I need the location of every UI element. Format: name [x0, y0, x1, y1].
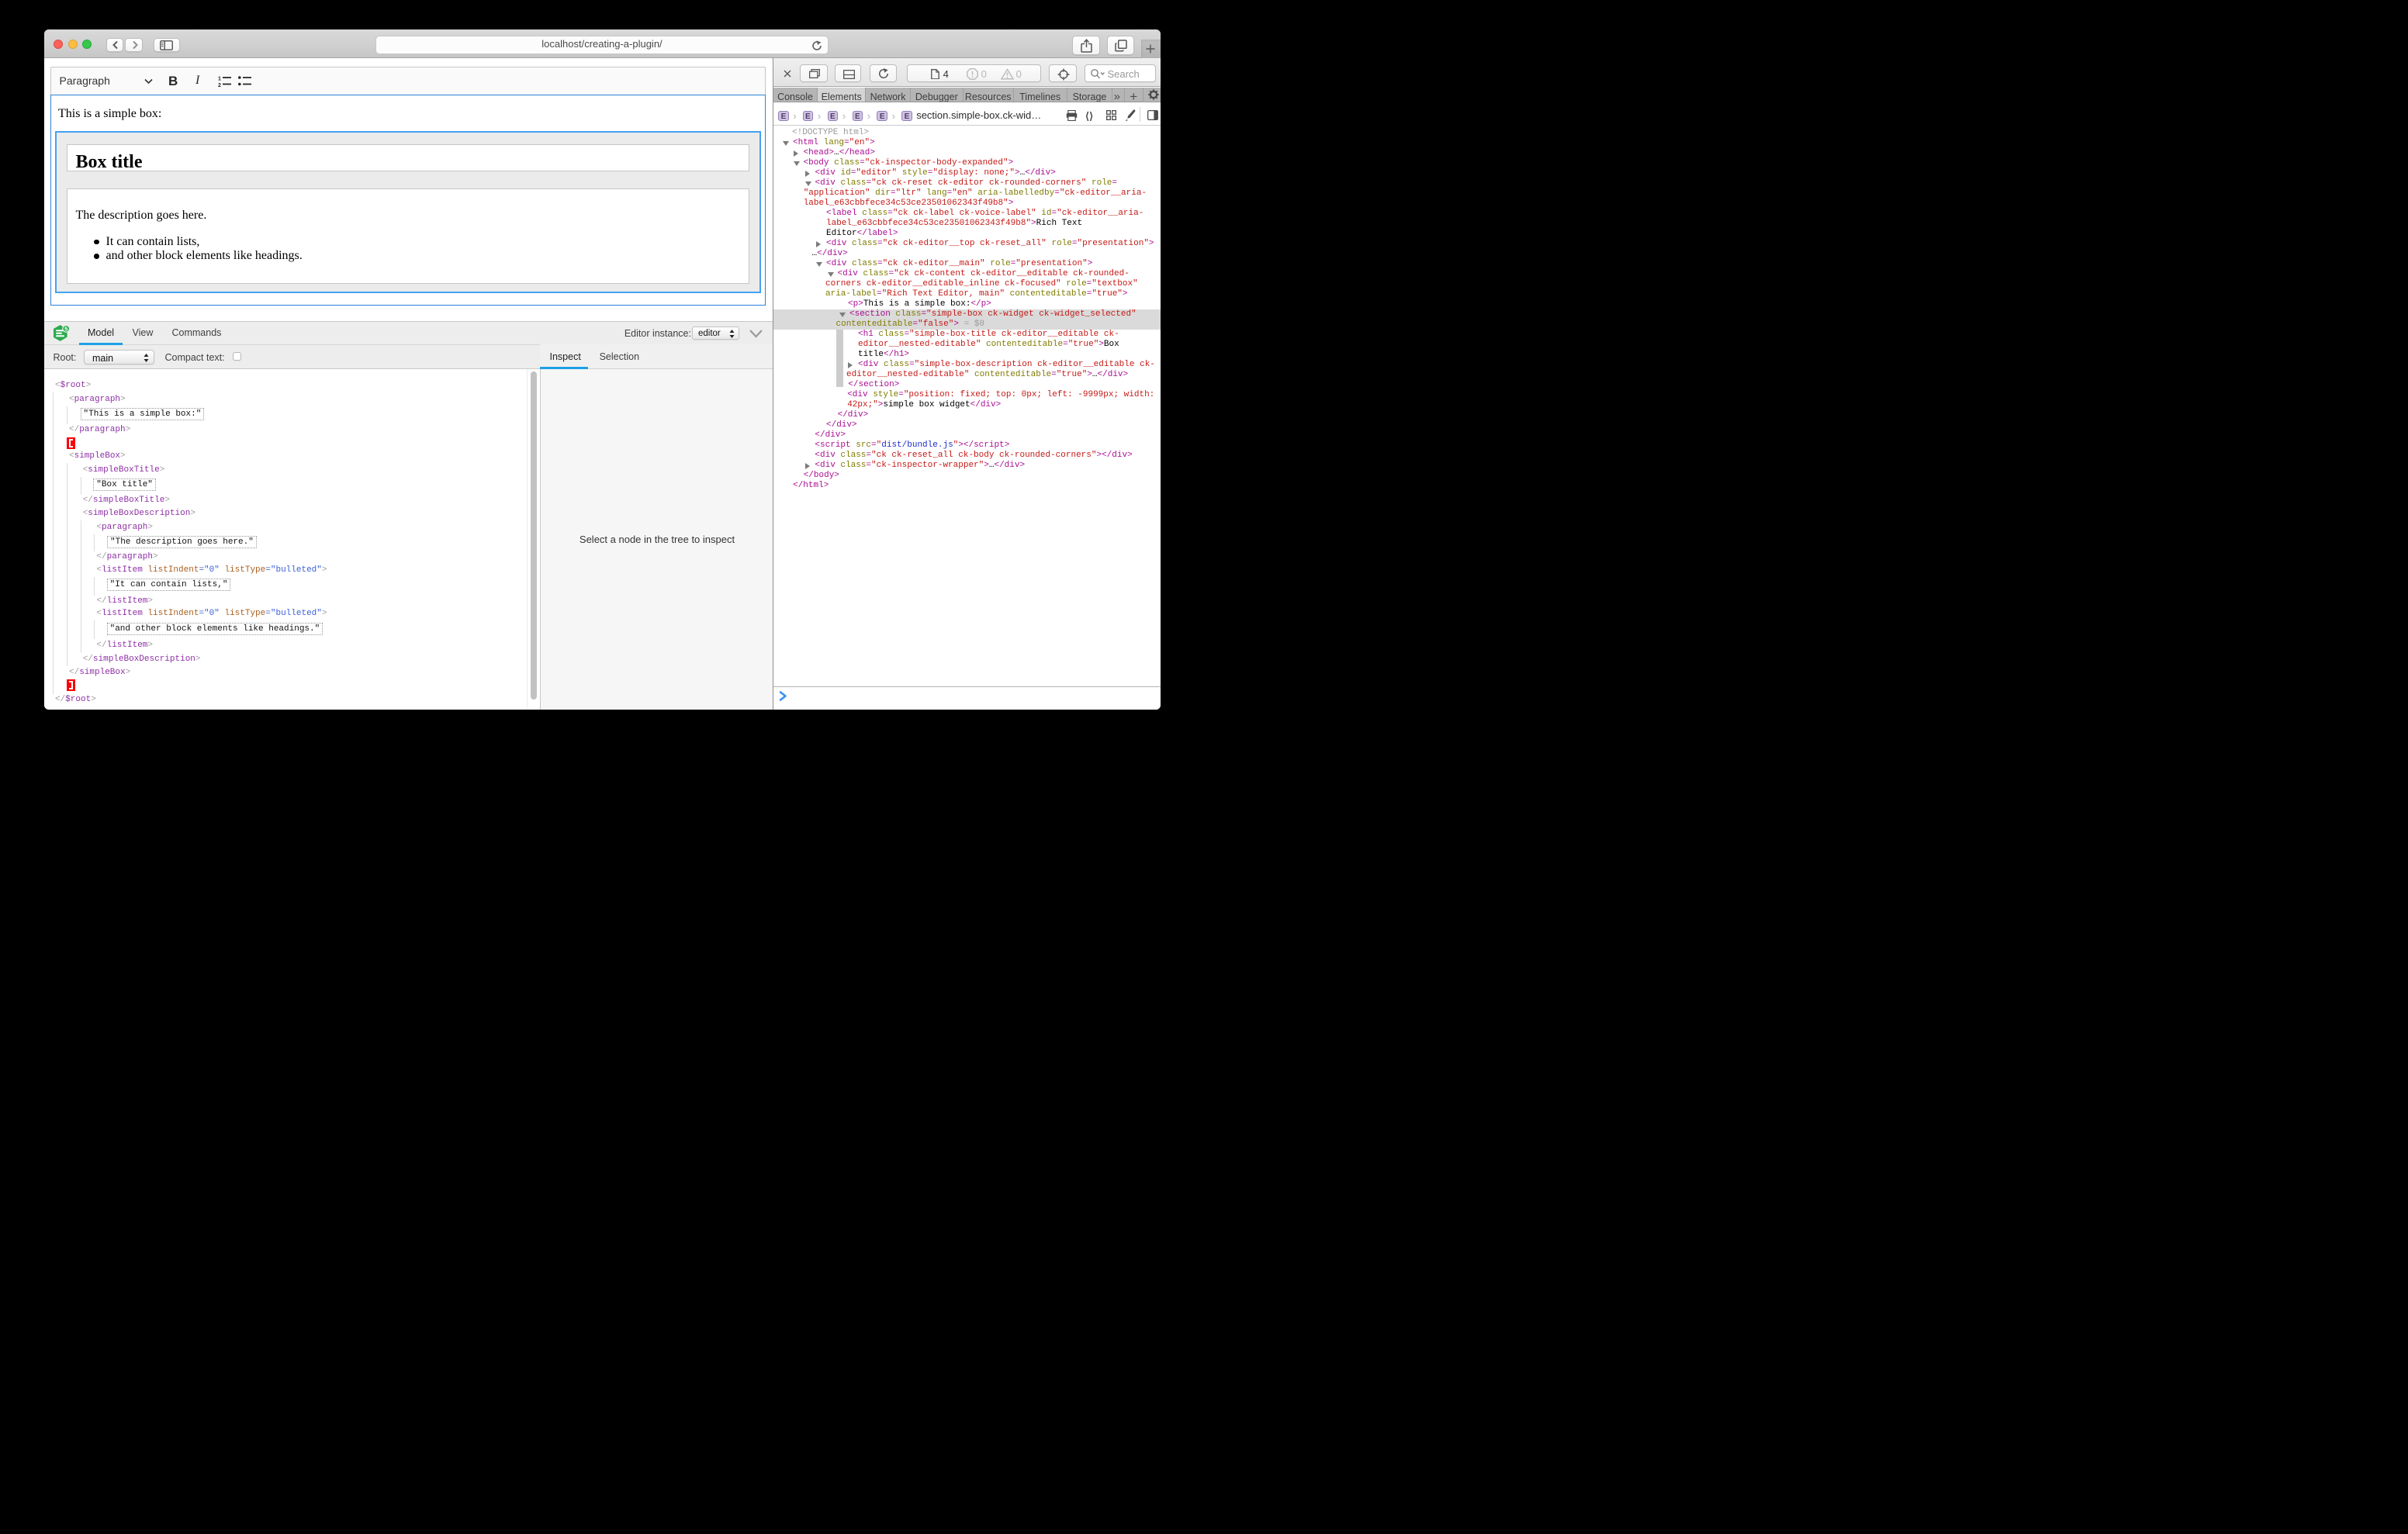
svg-text:2: 2 [218, 83, 221, 87]
svg-text:5: 5 [64, 326, 67, 333]
svg-text:1: 1 [218, 76, 221, 81]
